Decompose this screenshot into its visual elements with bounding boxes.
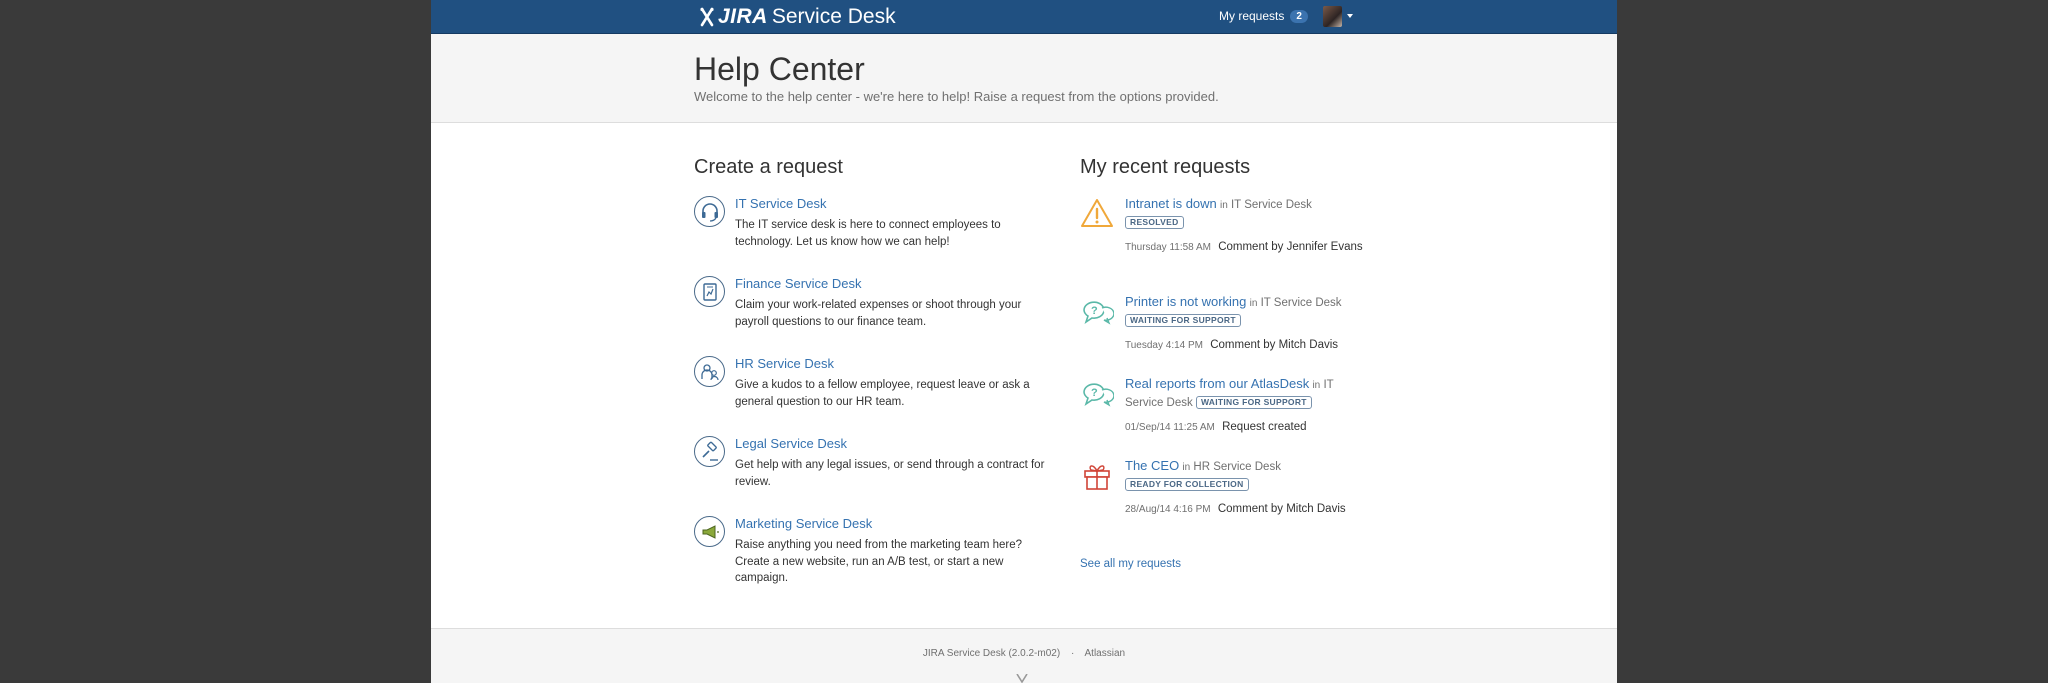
service-desk-description: Give a kudos to a fellow employee, reque… xyxy=(735,379,1030,408)
page-header: Help Center Welcome to the help center -… xyxy=(431,34,1617,123)
status-badge: WAITING FOR SUPPORT xyxy=(1195,395,1312,409)
help-center-page: JIRA Service Desk My requests 2 Help Cen… xyxy=(431,0,1617,683)
request-title-link[interactable]: The CEO xyxy=(1125,458,1179,473)
service-desk-link[interactable]: HR Service Desk xyxy=(735,356,834,371)
svg-text:?: ? xyxy=(1091,387,1098,399)
megaphone-icon xyxy=(694,516,725,547)
document-chart-icon xyxy=(694,276,725,307)
request-activity: Request created xyxy=(1222,421,1307,433)
service-desk-description: Raise anything you need from the marketi… xyxy=(735,539,1023,584)
user-avatar[interactable] xyxy=(1323,6,1342,27)
gift-icon xyxy=(1084,465,1110,490)
people-icon xyxy=(694,356,725,387)
my-requests-link[interactable]: My requests 2 xyxy=(1219,9,1308,23)
logo-jira-text: JIRA xyxy=(718,5,768,28)
status-badge: WAITING FOR SUPPORT xyxy=(1125,313,1241,327)
footer-separator: · xyxy=(1070,648,1075,659)
question-bubble-icon: ? xyxy=(1083,301,1114,325)
request-timestamp: 01/Sep/14 11:25 AM xyxy=(1125,422,1215,433)
page-footer: JIRA Service Desk (2.0.2-m02) · Atlassia… xyxy=(431,628,1617,683)
status-badge: RESOLVED xyxy=(1125,215,1184,229)
request-timestamp: 28/Aug/14 4:16 PM xyxy=(1125,504,1211,515)
footer-atlassian-link[interactable]: Atlassian xyxy=(1085,648,1126,659)
jira-service-desk-logo[interactable]: JIRA Service Desk xyxy=(699,3,896,31)
request-title-link[interactable]: Real reports from our AtlasDesk xyxy=(1125,376,1309,391)
gavel-icon xyxy=(694,436,725,467)
request-in-label: in xyxy=(1312,380,1321,391)
request-in-label: in xyxy=(1249,298,1258,309)
atlassian-logo-icon xyxy=(1016,674,1028,683)
request-title-link[interactable]: Intranet is down xyxy=(1125,196,1217,211)
request-desk-name: HR Service Desk xyxy=(1193,461,1281,473)
request-desk-name: IT Service Desk xyxy=(1230,199,1312,211)
jira-logo-icon xyxy=(700,7,714,27)
headset-icon xyxy=(694,196,725,227)
request-title-link[interactable]: Printer is not working xyxy=(1125,294,1246,309)
question-bubble-icon: ? xyxy=(1083,383,1114,407)
service-desk-link[interactable]: IT Service Desk xyxy=(735,196,827,211)
request-in-label: in xyxy=(1219,200,1228,211)
svg-text:?: ? xyxy=(1091,305,1098,317)
request-timestamp: Tuesday 4:14 PM xyxy=(1125,340,1204,351)
warning-icon xyxy=(1081,199,1113,227)
service-desk-link[interactable]: Marketing Service Desk xyxy=(735,516,872,531)
request-timestamp: Thursday 11:58 AM xyxy=(1125,242,1211,253)
request-desk-name: IT Service Desk xyxy=(1260,297,1342,309)
chevron-down-icon[interactable] xyxy=(1347,14,1353,18)
service-desk-description: The IT service desk is here to connect e… xyxy=(735,219,1001,248)
request-in-label: in xyxy=(1182,462,1191,473)
status-badge: READY FOR COLLECTION xyxy=(1125,477,1249,491)
page-subtitle: Welcome to the help center - we're here … xyxy=(694,89,1219,104)
service-desk-link[interactable]: Finance Service Desk xyxy=(735,276,861,291)
footer-version-link[interactable]: JIRA Service Desk (2.0.2-m02) xyxy=(923,648,1060,659)
see-all-requests-link[interactable]: See all my requests xyxy=(1080,558,1181,570)
create-request-heading: Create a request xyxy=(694,156,843,178)
service-desk-description: Get help with any legal issues, or send … xyxy=(735,459,1045,488)
request-activity: Comment by Mitch Davis xyxy=(1210,339,1339,351)
service-desk-description: Claim your work-related expenses or shoo… xyxy=(735,299,1022,328)
top-navigation-bar: JIRA Service Desk My requests 2 xyxy=(431,0,1617,34)
logo-service-desk-text: Service Desk xyxy=(771,5,896,28)
my-requests-label: My requests xyxy=(1219,9,1285,23)
recent-requests-heading: My recent requests xyxy=(1080,156,1251,178)
my-requests-count-badge: 2 xyxy=(1290,9,1308,23)
page-title: Help Center xyxy=(694,51,865,87)
service-desk-link[interactable]: Legal Service Desk xyxy=(735,436,847,451)
request-activity: Comment by Mitch Davis xyxy=(1217,503,1346,515)
request-activity: Comment by Jennifer Evans xyxy=(1218,241,1363,253)
